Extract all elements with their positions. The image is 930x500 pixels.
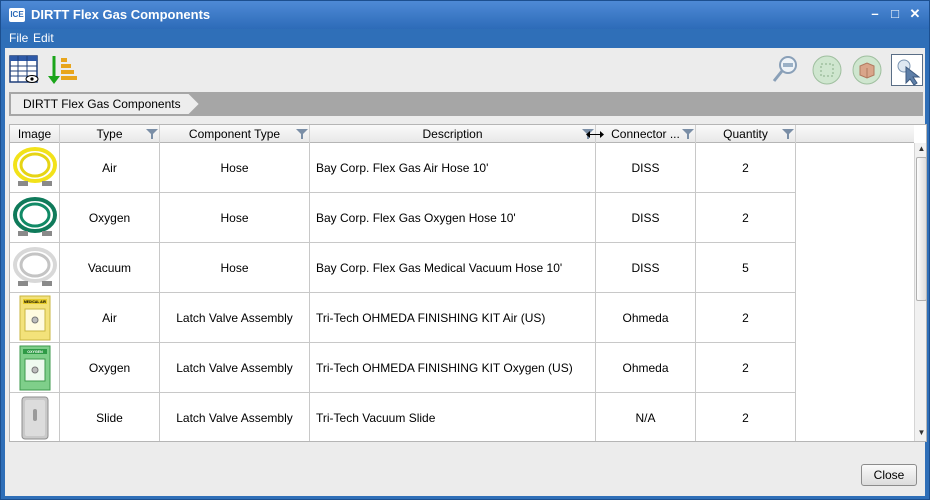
column-header-quantity[interactable]: Quantity <box>696 125 796 143</box>
filter-icon[interactable] <box>146 128 158 140</box>
svg-text:MEDICAL AIR: MEDICAL AIR <box>24 300 47 304</box>
cell-connector: DISS <box>596 143 696 193</box>
cell-component-type: Hose <box>160 193 310 243</box>
cell-description: Bay Corp. Flex Gas Air Hose 10' <box>310 143 596 193</box>
cell-image <box>10 143 60 193</box>
cell-image <box>10 193 60 243</box>
svg-text:OXYGEN: OXYGEN <box>27 350 43 354</box>
cell-image <box>10 243 60 293</box>
content-pane: DIRTT Flex Gas Components Image Type Com… <box>5 48 927 496</box>
cell-description: Bay Corp. Flex Gas Oxygen Hose 10' <box>310 193 596 243</box>
white-hose-icon <box>13 247 57 286</box>
cell-type: Slide <box>60 393 160 441</box>
filter-icon[interactable] <box>782 128 794 140</box>
menu-file[interactable]: File <box>9 31 28 45</box>
components-table: Image Type Component Type Description Co… <box>9 124 927 442</box>
cell-component-type: Latch Valve Assembly <box>160 393 310 441</box>
cell-component-type: Hose <box>160 143 310 193</box>
scrollbar-thumb[interactable] <box>916 157 926 301</box>
column-header-connector[interactable]: Connector ... <box>596 125 696 143</box>
table-row[interactable]: Air Hose Bay Corp. Flex Gas Air Hose 10'… <box>10 143 796 193</box>
column-header-type[interactable]: Type <box>60 125 160 143</box>
cell-quantity: 2 <box>696 393 796 441</box>
cell-type: Oxygen <box>60 343 160 393</box>
cell-image: OXYGEN <box>10 343 60 393</box>
maximize-button[interactable]: □ <box>887 6 903 22</box>
table-header: Image Type Component Type Description Co… <box>10 125 914 143</box>
select-region-icon[interactable] <box>811 54 843 86</box>
cell-component-type: Latch Valve Assembly <box>160 343 310 393</box>
cell-component-type: Latch Valve Assembly <box>160 293 310 343</box>
cell-quantity: 2 <box>696 343 796 393</box>
filter-icon[interactable] <box>682 128 694 140</box>
table-view-icon[interactable] <box>9 54 41 86</box>
breadcrumb-item[interactable]: DIRTT Flex Gas Components <box>11 94 199 114</box>
cell-quantity: 2 <box>696 193 796 243</box>
cell-description: Tri-Tech OHMEDA FINISHING KIT Air (US) <box>310 293 596 343</box>
oxygen-valve-icon: OXYGEN <box>19 345 51 391</box>
cell-description: Tri-Tech Vacuum Slide <box>310 393 596 441</box>
close-window-button[interactable]: ✕ <box>907 6 923 22</box>
close-button[interactable]: Close <box>861 464 917 486</box>
cell-type: Vacuum <box>60 243 160 293</box>
cell-quantity: 2 <box>696 143 796 193</box>
cell-connector: DISS <box>596 243 696 293</box>
window-title: DIRTT Flex Gas Components <box>31 7 211 22</box>
cell-connector: Ohmeda <box>596 343 696 393</box>
cell-image: MEDICAL AIR <box>10 293 60 343</box>
air-valve-icon: MEDICAL AIR <box>19 295 51 341</box>
cell-quantity: 2 <box>696 293 796 343</box>
table-row[interactable]: Oxygen Hose Bay Corp. Flex Gas Oxygen Ho… <box>10 193 796 243</box>
green-hose-icon <box>13 197 57 236</box>
table-row[interactable]: OXYGEN Oxygen Latch Valve Assembly Tri-T… <box>10 343 796 393</box>
scroll-up-icon[interactable]: ▲ <box>916 143 926 155</box>
cell-connector: N/A <box>596 393 696 441</box>
app-window: ICE DIRTT Flex Gas Components – □ ✕ File… <box>0 0 930 500</box>
cell-image <box>10 393 60 441</box>
cell-quantity: 5 <box>696 243 796 293</box>
cell-type: Air <box>60 143 160 193</box>
menu-bar: File Edit <box>1 29 929 47</box>
slide-icon <box>21 396 49 440</box>
table-row[interactable]: MEDICAL AIR Air Latch Valve Assembly Tri… <box>10 293 796 343</box>
column-header-description[interactable]: Description <box>310 125 596 143</box>
vertical-scrollbar[interactable]: ▲ ▼ <box>914 143 926 441</box>
cell-type: Air <box>60 293 160 343</box>
zoom-fit-icon[interactable] <box>771 54 803 86</box>
title-bar[interactable]: ICE DIRTT Flex Gas Components – □ ✕ <box>1 1 929 29</box>
cell-description: Tri-Tech OHMEDA FINISHING KIT Oxygen (US… <box>310 343 596 393</box>
table-row[interactable]: Slide Latch Valve Assembly Tri-Tech Vacu… <box>10 393 796 441</box>
filter-icon[interactable] <box>296 128 308 140</box>
table-row[interactable]: Vacuum Hose Bay Corp. Flex Gas Medical V… <box>10 243 796 293</box>
sort-download-icon[interactable] <box>47 54 79 86</box>
minimize-button[interactable]: – <box>867 6 883 22</box>
cell-description: Bay Corp. Flex Gas Medical Vacuum Hose 1… <box>310 243 596 293</box>
yellow-hose-icon <box>13 147 57 186</box>
menu-edit[interactable]: Edit <box>33 31 54 45</box>
scroll-down-icon[interactable]: ▼ <box>916 427 926 439</box>
cell-component-type: Hose <box>160 243 310 293</box>
app-icon: ICE <box>9 8 25 22</box>
breadcrumb: DIRTT Flex Gas Components <box>9 92 923 116</box>
column-header-component-type[interactable]: Component Type <box>160 125 310 143</box>
cell-connector: Ohmeda <box>596 293 696 343</box>
pointer-select-icon[interactable] <box>891 54 923 86</box>
column-header-image[interactable]: Image <box>10 125 60 143</box>
cell-type: Oxygen <box>60 193 160 243</box>
column-resize-cursor-icon <box>586 131 604 138</box>
package-icon[interactable] <box>851 54 883 86</box>
cell-connector: DISS <box>596 193 696 243</box>
